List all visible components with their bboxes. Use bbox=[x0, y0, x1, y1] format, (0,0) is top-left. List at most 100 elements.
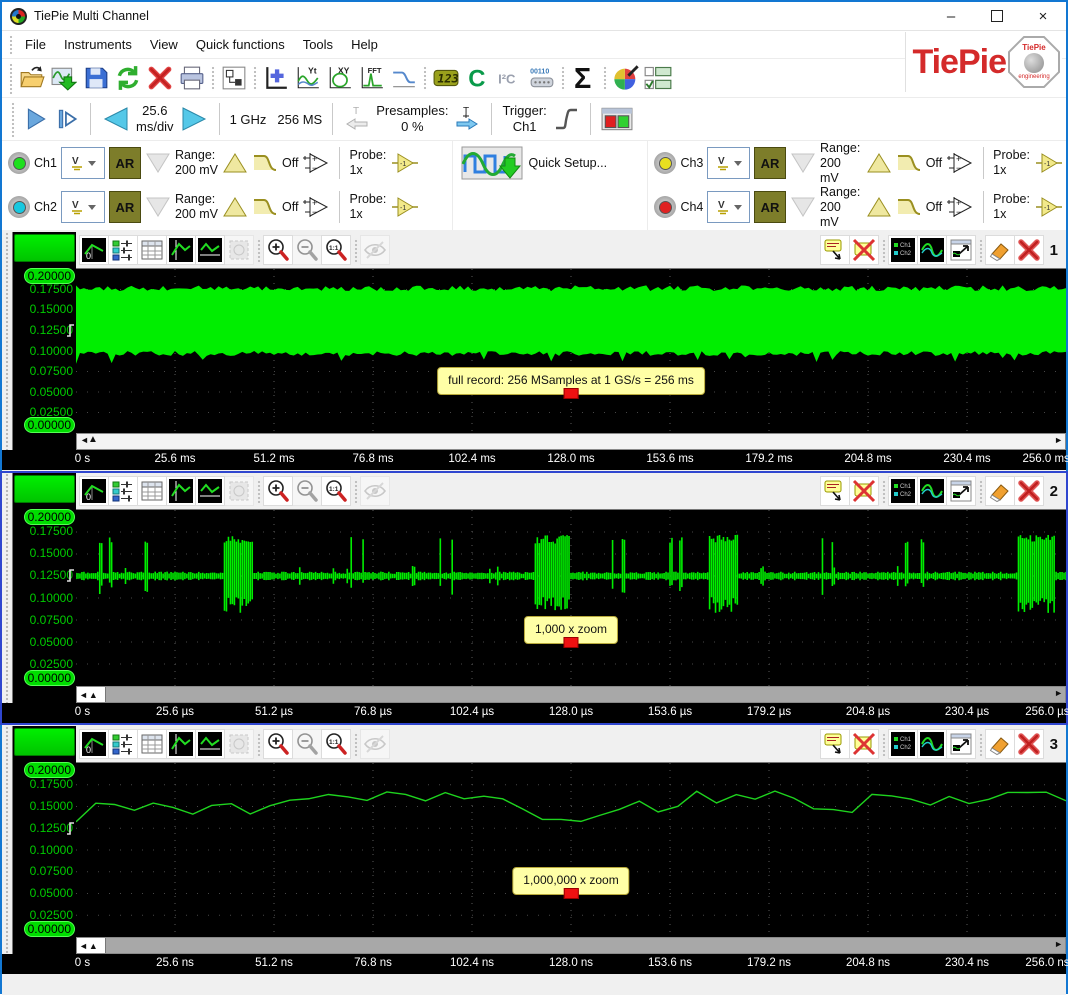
delete-button[interactable] bbox=[144, 62, 176, 94]
eraser-button[interactable] bbox=[985, 476, 1015, 506]
eraser-button[interactable] bbox=[985, 729, 1015, 759]
i2c-button[interactable]: I²C bbox=[494, 62, 526, 94]
instrument-status-button[interactable] bbox=[601, 107, 633, 131]
probe-gain-button[interactable]: -1 bbox=[1034, 196, 1064, 218]
sum-button[interactable]: Σ bbox=[568, 62, 600, 94]
bandwidth-filter-button[interactable] bbox=[896, 196, 922, 218]
scrollbar-thumb[interactable]: ◄▲ bbox=[77, 938, 106, 953]
probe-gain-button[interactable]: -1 bbox=[1034, 152, 1064, 174]
axis-zero-button[interactable]: 0 bbox=[79, 235, 109, 265]
pop-out-button[interactable] bbox=[946, 476, 976, 506]
legend-button[interactable]: Ch1Ch2 bbox=[888, 235, 918, 265]
toolbar-grip[interactable] bbox=[8, 62, 14, 94]
scroll-right-icon[interactable]: ► bbox=[1054, 688, 1063, 698]
yt-graph-button[interactable]: Yt bbox=[292, 62, 324, 94]
serial-button[interactable]: 00110 bbox=[526, 62, 558, 94]
trigger-level-marker[interactable] bbox=[66, 820, 76, 836]
channels-button[interactable] bbox=[108, 476, 138, 506]
range-down-button[interactable] bbox=[145, 152, 171, 174]
menu-view[interactable]: View bbox=[141, 33, 187, 56]
minimize-button[interactable]: – bbox=[928, 2, 974, 30]
add-comment-button[interactable] bbox=[820, 729, 850, 759]
panel-grip[interactable] bbox=[2, 232, 12, 470]
comment-tooltip[interactable]: 1,000 x zoom bbox=[524, 616, 618, 644]
differential-button[interactable]: +− bbox=[946, 151, 974, 175]
autoranging-button[interactable]: AR bbox=[754, 191, 786, 223]
comment-tooltip[interactable]: full record: 256 MSamples at 1 GS/s = 25… bbox=[437, 367, 705, 395]
panel-grip[interactable] bbox=[2, 726, 12, 974]
range-down-button[interactable] bbox=[790, 196, 816, 218]
active-channel-indicator[interactable] bbox=[14, 234, 75, 262]
bandwidth-filter-button[interactable] bbox=[252, 152, 278, 174]
range-up-button[interactable] bbox=[222, 196, 248, 218]
input-mode-dropdown[interactable]: V bbox=[61, 147, 105, 179]
zoom-in-button[interactable] bbox=[263, 729, 293, 759]
differential-button[interactable]: +− bbox=[946, 195, 974, 219]
close-button[interactable]: × bbox=[1020, 2, 1066, 30]
c-meter-button[interactable]: C bbox=[462, 62, 494, 94]
autoscale-vertical-button[interactable] bbox=[166, 729, 196, 759]
zoom-one-to-one-button[interactable]: 1:1 bbox=[321, 476, 351, 506]
print-button[interactable] bbox=[176, 62, 208, 94]
legend-button[interactable]: Ch1Ch2 bbox=[888, 476, 918, 506]
table-button[interactable] bbox=[137, 235, 167, 265]
xy-graph-button[interactable]: XY bbox=[324, 62, 356, 94]
fft-graph-button[interactable]: FFT bbox=[356, 62, 388, 94]
autoranging-button[interactable]: AR bbox=[109, 191, 141, 223]
autoscale-horizontal-button[interactable] bbox=[195, 476, 225, 506]
trigger-level-marker[interactable] bbox=[66, 322, 76, 338]
active-channel-indicator[interactable] bbox=[14, 475, 75, 503]
add-comment-button[interactable] bbox=[820, 476, 850, 506]
autoscale-vertical-button[interactable] bbox=[166, 476, 196, 506]
close-graph-button[interactable] bbox=[1014, 235, 1044, 265]
probe-gain-button[interactable]: -1 bbox=[390, 152, 420, 174]
axis-zero-button[interactable]: 0 bbox=[79, 476, 109, 506]
input-mode-dropdown[interactable]: V bbox=[707, 191, 750, 223]
range-up-button[interactable] bbox=[866, 196, 892, 218]
instrument-toggles-button[interactable] bbox=[642, 62, 674, 94]
bandwidth-filter-button[interactable] bbox=[896, 152, 922, 174]
line-graph-button[interactable] bbox=[388, 62, 420, 94]
menu-help[interactable]: Help bbox=[342, 33, 387, 56]
open-button[interactable] bbox=[16, 62, 48, 94]
timebase-faster-button[interactable] bbox=[179, 105, 209, 133]
differential-button[interactable]: +− bbox=[302, 151, 330, 175]
start-button[interactable] bbox=[23, 106, 49, 132]
active-channel-indicator[interactable] bbox=[14, 728, 75, 756]
toolbar-grip[interactable] bbox=[8, 34, 14, 55]
pop-out-button[interactable] bbox=[946, 235, 976, 265]
range-down-button[interactable] bbox=[790, 152, 816, 174]
add-graph-button[interactable] bbox=[260, 62, 292, 94]
scroll-right-icon[interactable]: ► bbox=[1054, 435, 1063, 445]
autoranging-button[interactable]: AR bbox=[109, 147, 141, 179]
plot-scrollbar[interactable]: ◄▲► bbox=[76, 433, 1066, 450]
range-up-button[interactable] bbox=[222, 152, 248, 174]
colors-button[interactable] bbox=[610, 62, 642, 94]
presamples-decrease-button[interactable]: T bbox=[343, 104, 371, 134]
menu-quick-functions[interactable]: Quick functions bbox=[187, 33, 294, 56]
axis-zero-button[interactable]: 0 bbox=[79, 729, 109, 759]
pop-out-button[interactable] bbox=[946, 729, 976, 759]
refresh-button[interactable] bbox=[112, 62, 144, 94]
table-button[interactable] bbox=[137, 476, 167, 506]
close-graph-button[interactable] bbox=[1014, 476, 1044, 506]
plot-area[interactable]: 1,000,000 x zoom bbox=[76, 762, 1066, 937]
source-colors-button[interactable] bbox=[917, 476, 947, 506]
bandwidth-filter-button[interactable] bbox=[252, 196, 278, 218]
menu-tools[interactable]: Tools bbox=[294, 33, 342, 56]
autoscale-vertical-button[interactable] bbox=[166, 235, 196, 265]
source-colors-button[interactable] bbox=[917, 729, 947, 759]
one-shot-button[interactable] bbox=[54, 106, 80, 132]
channels-button[interactable] bbox=[108, 235, 138, 265]
plot-scrollbar[interactable]: ◄▲► bbox=[76, 686, 1066, 703]
autoscale-horizontal-button[interactable] bbox=[195, 729, 225, 759]
zoom-one-to-one-button[interactable]: 1:1 bbox=[321, 729, 351, 759]
comment-tooltip[interactable]: 1,000,000 x zoom bbox=[512, 867, 629, 895]
timebase-slower-button[interactable] bbox=[101, 105, 131, 133]
zoom-one-to-one-button[interactable]: 1:1 bbox=[321, 235, 351, 265]
presamples-increase-button[interactable]: T bbox=[453, 104, 481, 134]
delete-comments-button[interactable] bbox=[849, 476, 879, 506]
maximize-button[interactable] bbox=[974, 2, 1020, 30]
channels-button[interactable] bbox=[108, 729, 138, 759]
trigger-level-marker[interactable] bbox=[66, 567, 76, 583]
